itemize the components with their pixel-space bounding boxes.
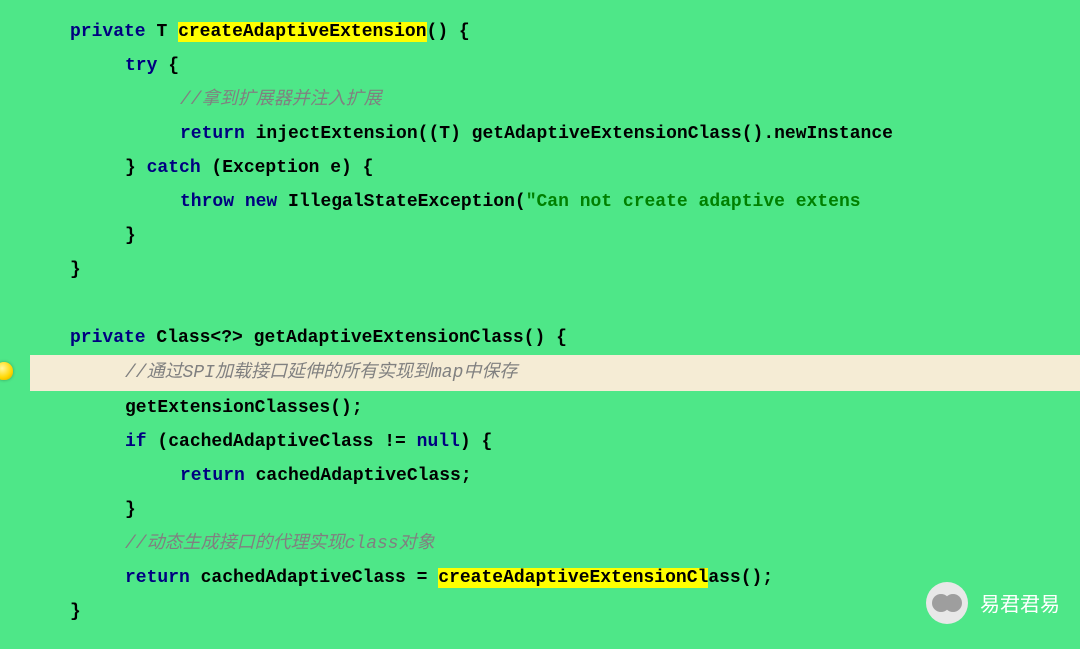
code-line[interactable]: try { bbox=[30, 49, 1080, 83]
watermark-text: 易君君易 bbox=[980, 588, 1060, 618]
comment: //通过SPI加载接口延伸的所有实现到map中保存 bbox=[125, 363, 517, 383]
code-line[interactable]: } catch (Exception e) { bbox=[30, 151, 1080, 185]
code-line[interactable]: } bbox=[30, 493, 1080, 527]
keyword-return: return bbox=[180, 124, 245, 144]
code-line-highlighted[interactable]: //通过SPI加载接口延伸的所有实现到map中保存 bbox=[30, 355, 1080, 391]
code-line-blank[interactable] bbox=[30, 287, 1080, 321]
keyword-try: try bbox=[125, 56, 157, 76]
keyword-private: private bbox=[70, 328, 146, 348]
code-line[interactable]: getExtensionClasses(); bbox=[30, 391, 1080, 425]
code-line[interactable]: throw new IllegalStateException("Can not… bbox=[30, 185, 1080, 219]
highlight-method: createAdaptiveExtension bbox=[178, 22, 426, 42]
code-line[interactable]: if (cachedAdaptiveClass != null) { bbox=[30, 425, 1080, 459]
code-area[interactable]: private T createAdaptiveExtension() { tr… bbox=[30, 0, 1080, 629]
keyword-return: return bbox=[125, 568, 190, 588]
keyword-return: return bbox=[180, 466, 245, 486]
comment: //拿到扩展器并注入扩展 bbox=[180, 90, 382, 110]
code-line[interactable]: return cachedAdaptiveClass; bbox=[30, 459, 1080, 493]
highlight-method: createAdaptiveExtensionCl bbox=[438, 568, 708, 588]
keyword-if: if bbox=[125, 432, 147, 452]
keyword-catch: catch bbox=[147, 158, 201, 178]
code-line[interactable]: } bbox=[30, 595, 1080, 629]
keyword-throw: throw bbox=[180, 192, 234, 212]
wechat-icon bbox=[926, 582, 968, 624]
gutter bbox=[0, 0, 30, 649]
type-param: T bbox=[156, 22, 167, 42]
code-line[interactable]: private Class<?> getAdaptiveExtensionCla… bbox=[30, 321, 1080, 355]
code-line[interactable]: } bbox=[30, 219, 1080, 253]
code-line[interactable]: } bbox=[30, 253, 1080, 287]
code-editor: private T createAdaptiveExtension() { tr… bbox=[0, 0, 1080, 649]
code-line[interactable]: return injectExtension((T) getAdaptiveEx… bbox=[30, 117, 1080, 151]
code-line[interactable]: return cachedAdaptiveClass = createAdapt… bbox=[30, 561, 1080, 595]
keyword-null: null bbox=[417, 432, 460, 452]
string-literal: "Can not create adaptive extens bbox=[526, 192, 861, 212]
code-line[interactable]: //动态生成接口的代理实现class对象 bbox=[30, 527, 1080, 561]
keyword-private: private bbox=[70, 22, 146, 42]
keyword-new: new bbox=[234, 192, 277, 212]
watermark: 易君君易 bbox=[926, 582, 1060, 624]
code-line[interactable]: private T createAdaptiveExtension() { bbox=[30, 15, 1080, 49]
code-line[interactable]: //拿到扩展器并注入扩展 bbox=[30, 83, 1080, 117]
comment: //动态生成接口的代理实现class对象 bbox=[125, 534, 435, 554]
